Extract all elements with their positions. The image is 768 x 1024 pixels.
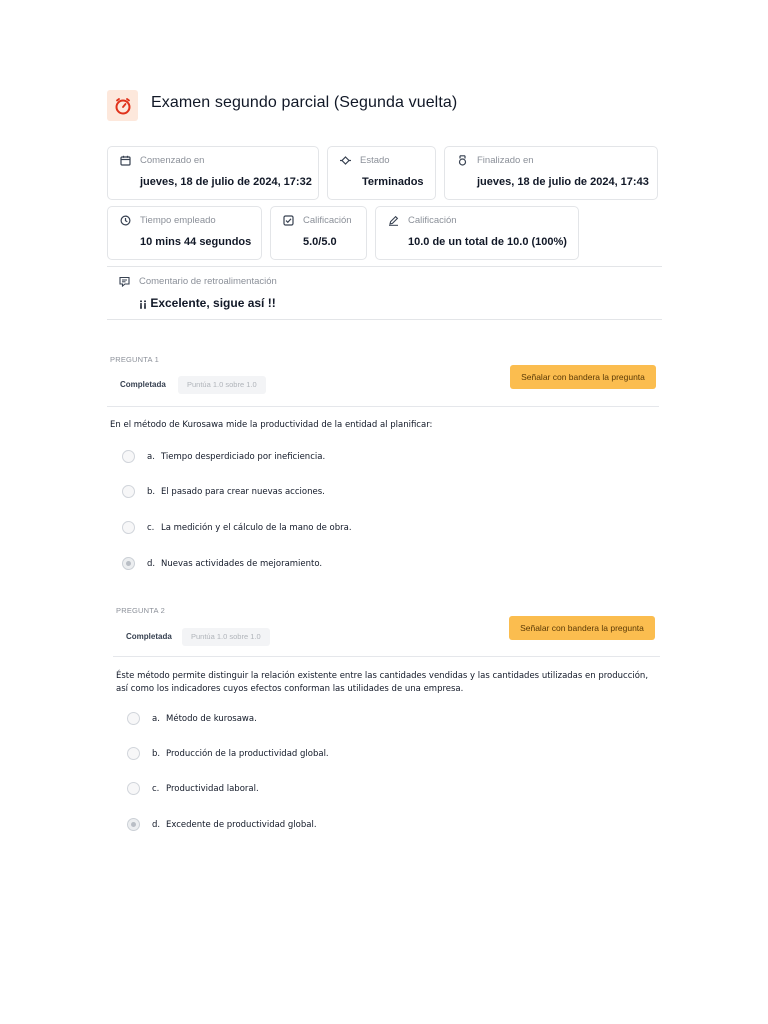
answer-option-a[interactable]: a. Método de kurosawa. xyxy=(127,712,257,725)
pencil-icon xyxy=(388,215,399,226)
flag-question-button[interactable]: Señalar con bandera la pregunta xyxy=(510,365,656,389)
question-number: PREGUNTA 1 xyxy=(110,355,159,364)
option-text: El pasado para crear nuevas acciones. xyxy=(161,486,325,497)
answer-option-b[interactable]: b. Producción de la productividad global… xyxy=(127,747,329,760)
clock-icon xyxy=(120,215,131,226)
radio-button[interactable] xyxy=(127,712,140,725)
option-text: Producción de la productividad global. xyxy=(166,748,329,759)
checkbox-icon xyxy=(283,215,294,226)
option-text: La medición y el cálculo de la mano de o… xyxy=(161,522,352,533)
option-letter: a. xyxy=(147,451,155,462)
option-text: Nuevas actividades de mejoramiento. xyxy=(161,558,323,569)
option-letter: c. xyxy=(147,522,155,533)
radio-button[interactable] xyxy=(122,450,135,463)
answer-option-d[interactable]: d. Nuevas actividades de mejoramiento. xyxy=(122,557,322,570)
grade-label: Calificación xyxy=(408,215,457,226)
feedback-value: ¡¡ Excelente, sigue así !! xyxy=(139,296,276,310)
option-text: Productividad laboral. xyxy=(166,783,259,794)
option-letter: b. xyxy=(147,486,156,497)
option-letter: a. xyxy=(152,713,160,724)
radio-button[interactable] xyxy=(122,485,135,498)
question-number: PREGUNTA 2 xyxy=(116,606,165,615)
question-score: Puntúa 1.0 sobre 1.0 xyxy=(182,628,270,646)
finished-label: Finalizado en xyxy=(477,155,534,166)
option-letter: d. xyxy=(147,558,156,569)
option-text: Método de kurosawa. xyxy=(166,713,257,724)
state-label: Estado xyxy=(360,155,390,166)
answer-option-a[interactable]: a. Tiempo desperdiciado por ineficiencia… xyxy=(122,450,325,463)
stopwatch-icon xyxy=(107,90,138,121)
option-letter: d. xyxy=(152,819,161,830)
finished-value: jueves, 18 de julio de 2024, 17:43 xyxy=(477,176,649,188)
radio-button-selected[interactable] xyxy=(127,818,140,831)
answer-option-d[interactable]: d. Excedente de productividad global. xyxy=(127,818,317,831)
marks-card: Calificación 5.0/5.0 xyxy=(270,206,367,260)
option-text: Excedente de productividad global. xyxy=(166,819,317,830)
finished-card: Finalizado en jueves, 18 de julio de 202… xyxy=(444,146,658,200)
page-title: Examen segundo parcial (Segunda vuelta) xyxy=(151,94,458,111)
radio-button-selected[interactable] xyxy=(122,557,135,570)
state-value: Terminados xyxy=(362,176,424,188)
started-label: Comenzado en xyxy=(140,155,205,166)
answer-option-c[interactable]: c. La medición y el cálculo de la mano d… xyxy=(122,521,352,534)
marks-label: Calificación xyxy=(303,215,352,226)
diamond-icon xyxy=(340,155,351,166)
divider xyxy=(107,406,659,407)
answer-option-c[interactable]: c. Productividad laboral. xyxy=(127,782,259,795)
option-letter: b. xyxy=(152,748,161,759)
option-letter: c. xyxy=(152,783,160,794)
question-text: En el método de Kurosawa mide la product… xyxy=(110,420,433,430)
question-text: Éste método permite distinguir la relaci… xyxy=(116,671,649,694)
medal-icon xyxy=(457,155,468,166)
radio-button[interactable] xyxy=(122,521,135,534)
grade-card: Calificación 10.0 de un total de 10.0 (1… xyxy=(375,206,579,260)
question-state: Completada xyxy=(120,380,166,389)
state-card: Estado Terminados xyxy=(327,146,436,200)
started-card: Comenzado en jueves, 18 de julio de 2024… xyxy=(107,146,319,200)
calendar-icon xyxy=(120,155,131,166)
answer-option-b[interactable]: b. El pasado para crear nuevas acciones. xyxy=(122,485,325,498)
flag-question-button[interactable]: Señalar con bandera la pregunta xyxy=(509,616,655,640)
time-taken-label: Tiempo empleado xyxy=(140,215,216,226)
divider xyxy=(113,656,660,657)
time-taken-card: Tiempo empleado 10 mins 44 segundos xyxy=(107,206,262,260)
question-score: Puntúa 1.0 sobre 1.0 xyxy=(178,376,266,394)
question-state: Completada xyxy=(126,632,172,641)
option-text: Tiempo desperdiciado por ineficiencia. xyxy=(161,451,326,462)
marks-value: 5.0/5.0 xyxy=(303,236,337,248)
grade-value: 10.0 de un total de 10.0 (100%) xyxy=(408,236,567,248)
feedback-label: Comentario de retroalimentación xyxy=(139,276,277,287)
radio-button[interactable] xyxy=(127,747,140,760)
radio-button[interactable] xyxy=(127,782,140,795)
comment-icon xyxy=(119,276,130,287)
feedback-section: Comentario de retroalimentación ¡¡ Excel… xyxy=(107,266,662,320)
time-taken-value: 10 mins 44 segundos xyxy=(140,236,252,248)
started-value: jueves, 18 de julio de 2024, 17:32 xyxy=(140,176,312,188)
